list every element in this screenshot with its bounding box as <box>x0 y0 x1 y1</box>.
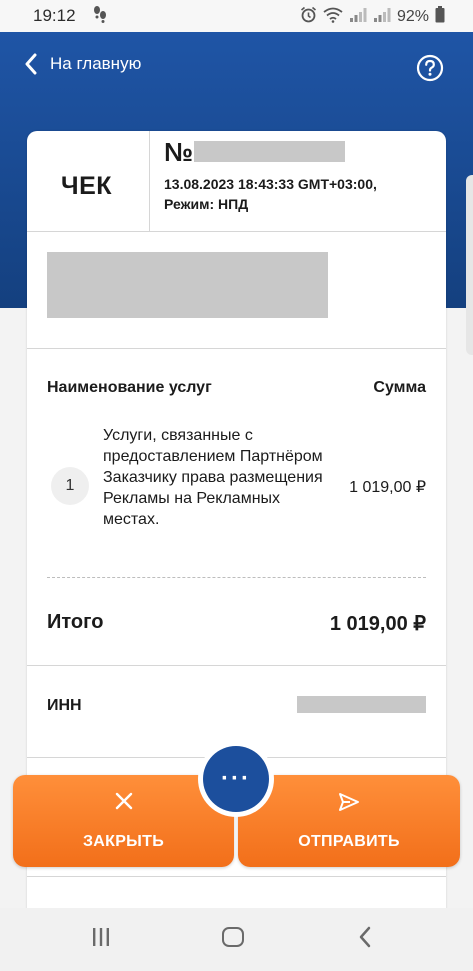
more-options-button[interactable]: ··· <box>203 746 269 812</box>
status-bar: 19:12 92% <box>0 0 473 32</box>
wifi-icon <box>323 7 343 28</box>
redacted-inn-value <box>297 696 426 713</box>
footsteps-icon <box>92 5 108 27</box>
item-index: 1 <box>51 467 89 505</box>
back-icon[interactable] <box>358 926 372 948</box>
divider <box>149 131 150 231</box>
inn-label: ИНН <box>47 697 82 714</box>
receipt-meta: 13.08.2023 18:43:33 GMT+03:00, Режим: НП… <box>164 174 377 214</box>
receipt-header: ЧЕК № 13.08.2023 18:43:33 GMT+03:00, Реж… <box>27 131 446 232</box>
close-label: ЗАКРЫТЬ <box>82 833 165 850</box>
receipt-datetime: 13.08.2023 18:43:33 GMT+03:00, <box>164 176 377 192</box>
column-service-name: Наименование услуг <box>47 379 212 396</box>
divider <box>27 665 446 666</box>
send-label: ОТПРАВИТЬ <box>298 833 400 850</box>
status-time: 19:12 <box>33 6 76 25</box>
receipt-title: ЧЕК <box>61 172 112 200</box>
total-row: Итого 1 019,00 ₽ <box>47 611 426 635</box>
table-header: Наименование услуг Сумма <box>47 379 426 397</box>
total-value: 1 019,00 ₽ <box>329 613 426 635</box>
signal-2-icon <box>373 7 391 28</box>
item-price: 1 019,00 ₽ <box>349 479 426 496</box>
close-icon <box>115 792 132 810</box>
seller-block <box>27 232 446 349</box>
back-label: На главную <box>50 54 142 73</box>
back-to-home-button[interactable]: На главную <box>24 53 141 75</box>
battery-percent: 92% <box>396 8 429 25</box>
chevron-left-icon <box>25 53 37 75</box>
help-icon[interactable] <box>416 54 444 82</box>
battery-icon <box>435 6 445 28</box>
more-options-icon: ··· <box>221 765 251 792</box>
dashed-divider <box>47 577 426 578</box>
recent-apps-icon[interactable] <box>91 927 111 947</box>
receipt-mode: Режим: НПД <box>164 196 249 212</box>
home-icon[interactable] <box>222 927 244 947</box>
divider <box>27 876 446 877</box>
alarm-icon <box>300 6 317 28</box>
redacted-seller-name <box>47 252 328 318</box>
list-item: 1 Услуги, связанные с предоставлением Па… <box>47 425 426 555</box>
send-icon <box>339 793 359 811</box>
side-panel-handle[interactable] <box>466 175 473 355</box>
receipt-number-prefix: № <box>164 137 193 167</box>
item-name: Услуги, связанные с предоставлением Парт… <box>103 427 323 528</box>
status-icons: 92% <box>300 6 445 28</box>
column-sum: Сумма <box>373 379 426 396</box>
system-nav-bar <box>0 908 473 971</box>
total-label: Итого <box>47 611 104 633</box>
redacted-receipt-number <box>194 141 345 162</box>
signal-icon <box>349 7 367 28</box>
